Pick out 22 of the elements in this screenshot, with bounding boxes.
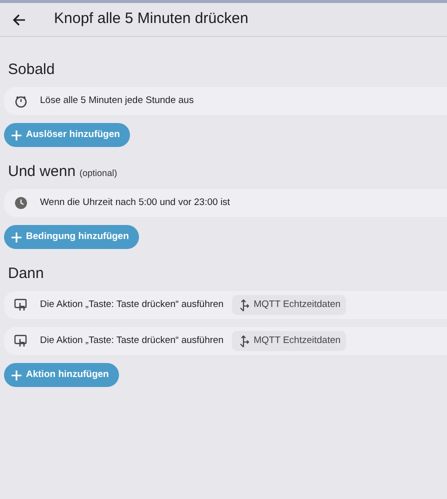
rule-card[interactable]: Die Aktion „Taste: Taste drücken“ ausführen MQTT Echtzeitdaten [4, 327, 447, 355]
clock-icon [14, 196, 28, 210]
timer-icon [14, 94, 28, 108]
section-heading: Dann [8, 265, 44, 283]
section-heading: Sobald [8, 61, 55, 79]
touch-screen-icon [14, 298, 28, 312]
rule-text: Die Aktion „Taste: Taste drücken“ ausführen [40, 334, 224, 348]
section-heading: Und wenn [8, 163, 76, 181]
plus-icon [11, 130, 22, 140]
rule-card[interactable]: Löse alle 5 Minuten jede Stunde aus [4, 87, 447, 115]
rule-text: Die Aktion „Taste: Taste drücken“ ausführen [40, 298, 224, 312]
optional-note: (optional) [80, 167, 118, 180]
plus-icon [11, 370, 22, 380]
page-title: Knopf alle 5 Minuten drücken [54, 9, 248, 30]
rule-card[interactable]: Die Aktion „Taste: Taste drücken“ ausführen MQTT Echtzeitdaten [4, 291, 447, 319]
rule-text: Löse alle 5 Minuten jede Stunde aus [40, 94, 194, 108]
rule-text: Wenn die Uhrzeit nach 5:00 und vor 23:00 ist [40, 196, 230, 210]
rule-card[interactable]: Wenn die Uhrzeit nach 5:00 und vor 23:00 ist [4, 189, 447, 217]
integration-chip: MQTT Echtzeitdaten [232, 330, 346, 352]
touch-screen-icon [14, 334, 28, 348]
plus-icon [11, 232, 22, 242]
integration-chip: MQTT Echtzeitdaten [232, 294, 346, 316]
